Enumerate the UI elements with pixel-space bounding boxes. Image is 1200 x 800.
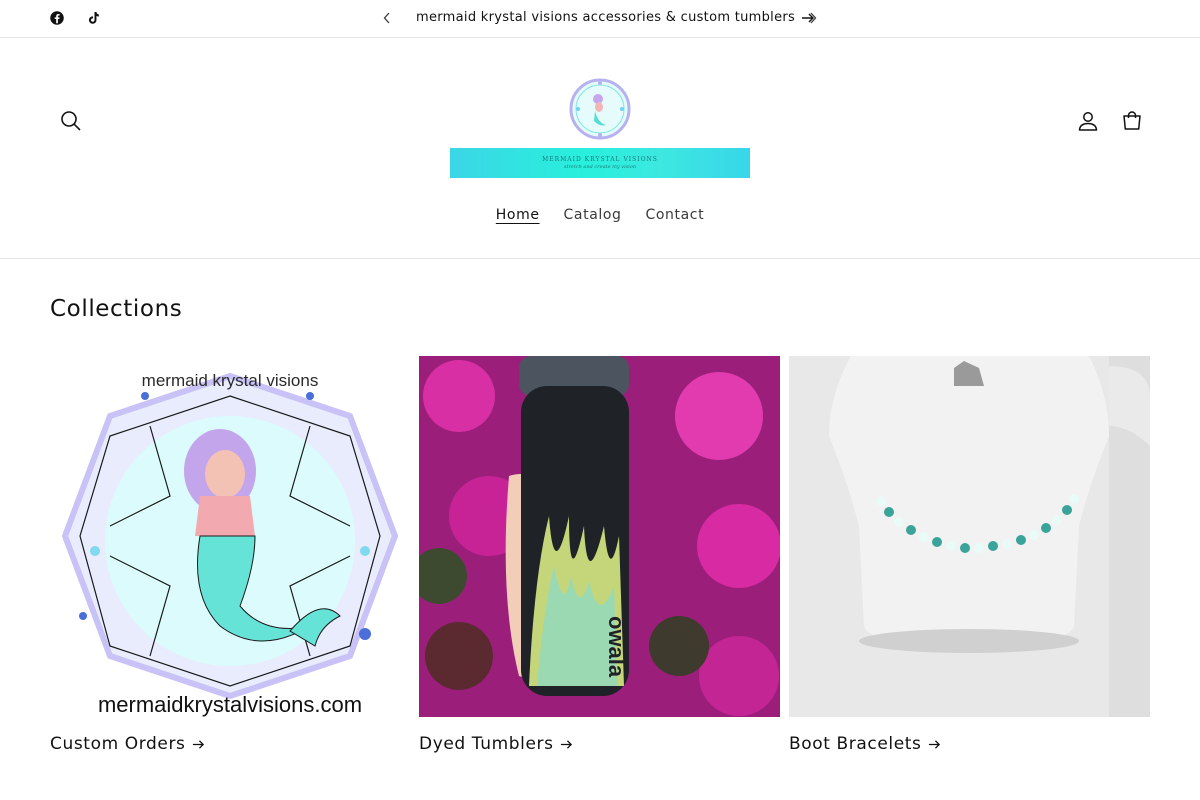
site-logo[interactable]: MERMAID KRYSTAL VISIONS stretch and crea… — [450, 75, 750, 179]
collection-card-link[interactable]: Boot Bracelets — [789, 734, 941, 754]
mermaid-emblem-icon — [569, 78, 631, 140]
collection-card-custom-orders[interactable]: mermaid krystal visions mermaidkrystalvi… — [50, 356, 411, 754]
collection-card-dyed-tumblers[interactable]: owala Dyed Tumblers — [419, 356, 780, 754]
collection-card-link[interactable]: Dyed Tumblers — [419, 734, 573, 754]
collection-card-label: Dyed Tumblers — [419, 734, 554, 754]
collection-image-tumbler[interactable]: owala — [419, 356, 780, 717]
search-icon[interactable] — [59, 109, 83, 133]
announcement-next-button[interactable] — [804, 9, 822, 27]
account-icon[interactable] — [1076, 109, 1100, 133]
main-nav: Home Catalog Contact — [0, 207, 1200, 223]
collection-card-link[interactable]: Custom Orders — [50, 734, 205, 754]
collection-card-label: Custom Orders — [50, 734, 186, 754]
arrow-right-icon — [560, 739, 572, 749]
collection-image-bracelet[interactable] — [789, 356, 1150, 717]
site-header: MERMAID KRYSTAL VISIONS stretch and crea… — [0, 39, 1200, 259]
tiktok-icon — [88, 12, 99, 24]
announcement-text: mermaid krystal visions accessories & cu… — [416, 10, 796, 25]
collection-card-boot-bracelets[interactable]: Boot Bracelets — [789, 356, 1150, 754]
social-links — [48, 9, 102, 27]
collections-title: Collections — [50, 296, 183, 322]
image-text-bottom: mermaidkrystalvisions.com — [98, 692, 362, 717]
image-text-top: mermaid krystal visions — [142, 371, 319, 390]
announcement-bar: mermaid krystal visions accessories & cu… — [0, 0, 1200, 38]
cart-icon[interactable] — [1120, 109, 1144, 133]
announcement-prev-button[interactable] — [378, 9, 396, 27]
tiktok-link[interactable] — [84, 9, 102, 27]
collection-image-mermaid-logo[interactable]: mermaid krystal visions mermaidkrystalvi… — [50, 356, 411, 717]
logo-banner-title: MERMAID KRYSTAL VISIONS — [542, 156, 658, 163]
collection-card-label: Boot Bracelets — [789, 734, 922, 754]
arrow-right-icon — [928, 739, 940, 749]
arrow-right-icon — [192, 739, 204, 749]
facebook-icon — [50, 11, 64, 25]
nav-item-catalog[interactable]: Catalog — [564, 207, 622, 223]
nav-item-home[interactable]: Home — [496, 207, 540, 223]
tumbler-brand-text: owala — [604, 616, 629, 678]
announcement-link[interactable]: mermaid krystal visions accessories & cu… — [416, 10, 815, 25]
facebook-link[interactable] — [48, 9, 66, 27]
logo-banner: MERMAID KRYSTAL VISIONS stretch and crea… — [450, 148, 750, 178]
nav-item-contact[interactable]: Contact — [646, 207, 705, 223]
logo-banner-tagline: stretch and create my vision — [563, 164, 637, 170]
